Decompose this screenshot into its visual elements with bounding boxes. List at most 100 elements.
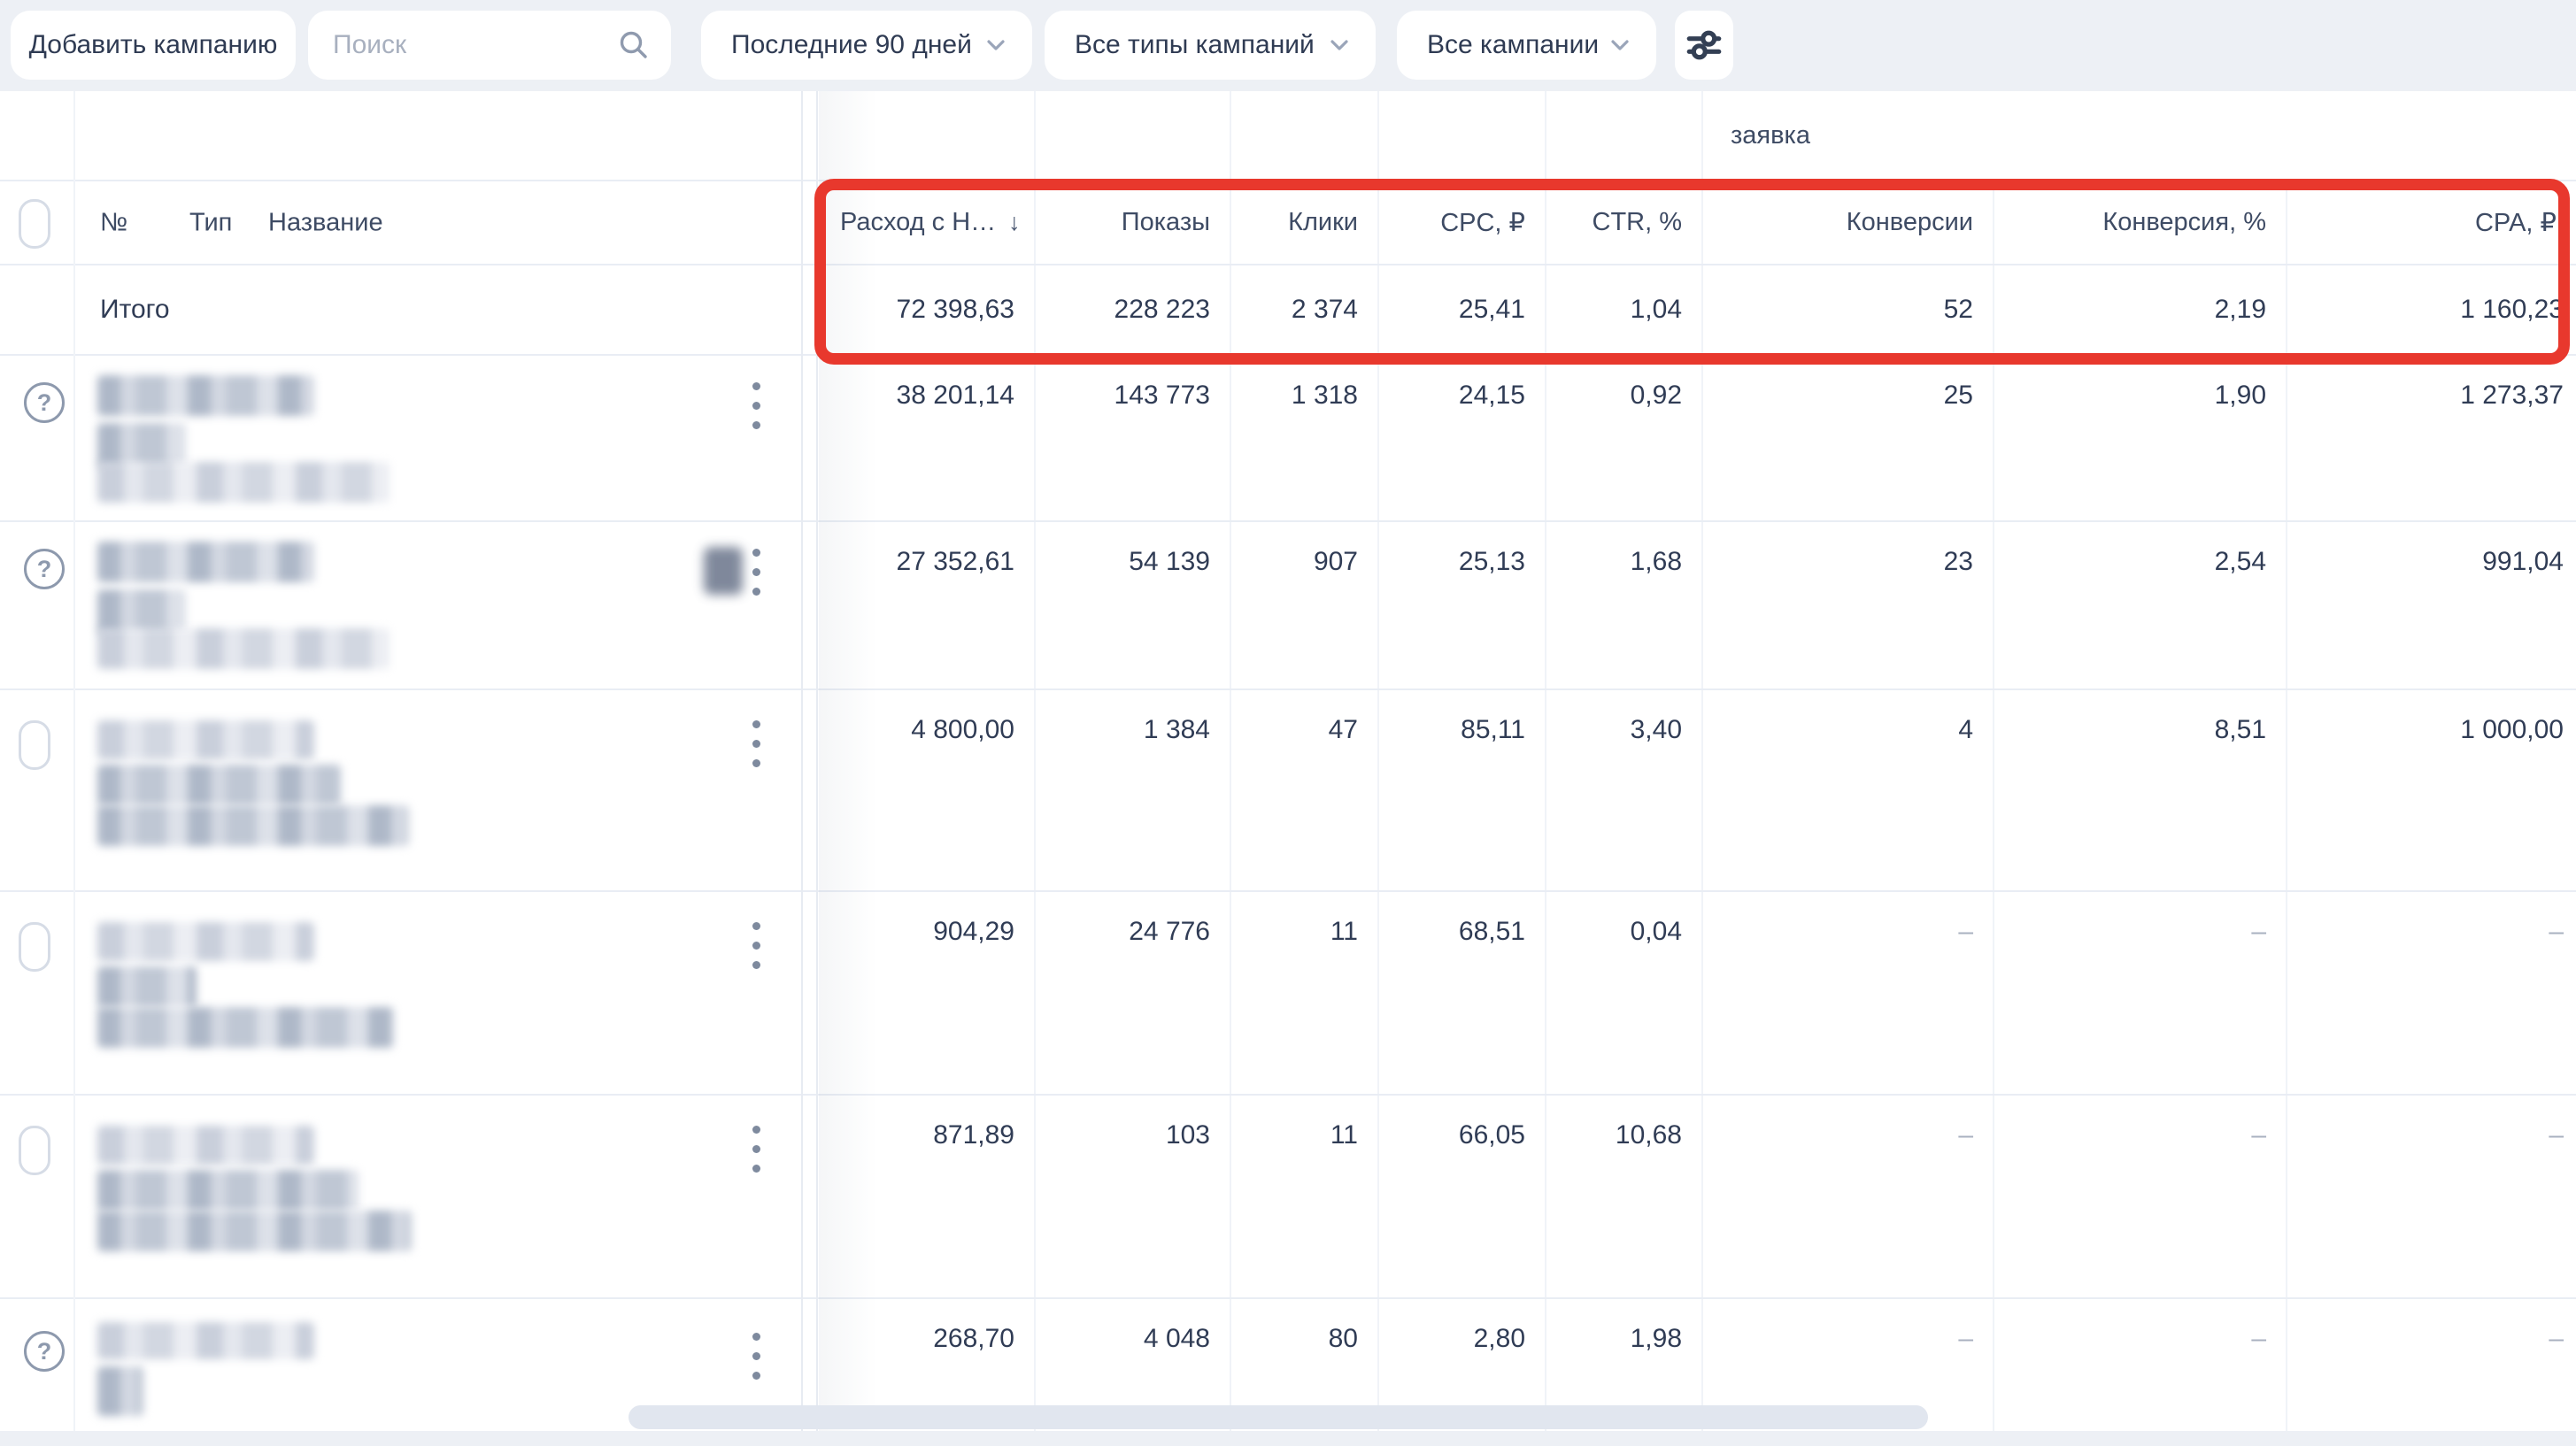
add-campaign-button[interactable]: Добавить кампанию bbox=[11, 11, 296, 80]
pinned-columns-area: № Тип Название Итого??? bbox=[0, 91, 819, 1446]
campaigns-filter-dropdown[interactable]: Все кампании bbox=[1397, 11, 1656, 80]
row-checkbox[interactable] bbox=[19, 922, 50, 972]
kebab-menu-icon[interactable] bbox=[749, 545, 764, 599]
cell-value: – bbox=[2251, 917, 2266, 947]
redacted-text-bar bbox=[97, 462, 389, 503]
cell-value: 904,29 bbox=[933, 917, 1014, 947]
column-header-label: CPA, ₽ bbox=[2475, 207, 2557, 238]
cell-value: 85,11 bbox=[1461, 715, 1525, 745]
chevron-down-icon bbox=[1326, 32, 1353, 58]
value-cell: 907 bbox=[1231, 522, 1379, 688]
value-cell: 143 773 bbox=[1036, 356, 1231, 520]
table-row bbox=[0, 1096, 819, 1299]
cell-value: 1 273,37 bbox=[2460, 381, 2564, 411]
redacted-text-bar bbox=[97, 542, 314, 582]
redacted-text-bar bbox=[97, 375, 314, 416]
value-cell: 0,04 bbox=[1546, 892, 1703, 1094]
table-row-metrics: 904,2924 7761168,510,04––– bbox=[819, 892, 2576, 1096]
table-row: ? bbox=[0, 522, 819, 690]
cell-value: – bbox=[1958, 1324, 1973, 1354]
cell-value: 991,04 bbox=[2482, 547, 2564, 577]
value-cell: 1,68 bbox=[1546, 522, 1703, 688]
redacted-text-bar bbox=[97, 720, 314, 759]
cell-value: 2,54 bbox=[2215, 547, 2266, 577]
column-header-name[interactable]: Название bbox=[268, 208, 383, 237]
totals-cell: 228 223 bbox=[1036, 265, 1231, 354]
cell-value: 1,90 bbox=[2215, 381, 2266, 411]
campaign-types-dropdown[interactable]: Все типы кампаний bbox=[1045, 11, 1376, 80]
search-field[interactable] bbox=[308, 11, 671, 80]
column-header-type[interactable]: Тип bbox=[189, 208, 232, 237]
table-settings-button[interactable] bbox=[1675, 11, 1733, 80]
pinned-area-divider bbox=[801, 91, 803, 1446]
cell-value: – bbox=[1958, 1120, 1973, 1150]
cell-value: – bbox=[2251, 1324, 2266, 1354]
totals-value: 1,04 bbox=[1631, 295, 1682, 325]
column-header[interactable]: CTR, % bbox=[1546, 181, 1703, 264]
help-icon[interactable]: ? bbox=[24, 382, 65, 423]
redacted-text-bar bbox=[97, 1007, 394, 1048]
kebab-menu-icon[interactable] bbox=[749, 379, 764, 433]
group-header-cell bbox=[1036, 91, 1231, 180]
value-cell: 991,04 bbox=[2287, 522, 2576, 688]
value-cell: – bbox=[1994, 1096, 2287, 1297]
totals-label: Итого bbox=[100, 295, 170, 325]
group-header-cell bbox=[1231, 91, 1379, 180]
kebab-menu-icon[interactable] bbox=[749, 1329, 764, 1383]
cell-value: 143 773 bbox=[1114, 381, 1210, 411]
column-header[interactable]: CPC, ₽ bbox=[1379, 181, 1546, 264]
kebab-menu-icon[interactable] bbox=[749, 919, 764, 973]
redacted-text-bar bbox=[97, 1211, 412, 1251]
kebab-menu-icon[interactable] bbox=[749, 1122, 764, 1176]
value-cell: 25,13 bbox=[1379, 522, 1546, 688]
table-row-metrics: 871,891031166,0510,68––– bbox=[819, 1096, 2576, 1299]
value-cell: 1 000,00 bbox=[2287, 690, 2576, 890]
redacted-text-bar bbox=[97, 1366, 143, 1416]
pinned-group-header-row bbox=[0, 91, 819, 181]
search-input[interactable] bbox=[331, 29, 600, 61]
redacted-text-bar bbox=[97, 1126, 314, 1165]
campaign-types-label: Все типы кампаний bbox=[1075, 30, 1315, 60]
value-cell: 85,11 bbox=[1379, 690, 1546, 890]
column-header[interactable]: Конверсия, % bbox=[1994, 181, 2287, 264]
column-header[interactable]: Конверсии bbox=[1703, 181, 1994, 264]
cell-value: 1 318 bbox=[1292, 381, 1358, 411]
totals-value: 72 398,63 bbox=[897, 295, 1014, 325]
column-header-label: CTR, % bbox=[1593, 208, 1683, 237]
date-range-dropdown[interactable]: Последние 90 дней bbox=[701, 11, 1032, 80]
column-header[interactable]: CPA, ₽ bbox=[2287, 181, 2576, 264]
value-cell: 4 bbox=[1703, 690, 1994, 890]
totals-cell: 1 160,23 bbox=[2287, 265, 2576, 354]
redacted-text-bar bbox=[97, 423, 186, 467]
row-checkbox[interactable] bbox=[19, 720, 50, 770]
value-cell: 103 bbox=[1036, 1096, 1231, 1297]
metrics-group-header-row: заявка bbox=[819, 91, 2576, 181]
value-cell: 11 bbox=[1231, 1096, 1379, 1297]
chevron-down-icon bbox=[1607, 32, 1633, 58]
horizontal-scrollbar-thumb[interactable] bbox=[629, 1405, 1928, 1429]
help-icon[interactable]: ? bbox=[24, 549, 65, 589]
sliders-icon bbox=[1684, 25, 1724, 65]
kebab-menu-icon[interactable] bbox=[749, 717, 764, 771]
select-all-checkbox[interactable] bbox=[19, 199, 50, 249]
redacted-text-bar bbox=[97, 589, 186, 634]
totals-value: 1 160,23 bbox=[2460, 295, 2564, 325]
redacted-text-bar bbox=[97, 805, 409, 846]
value-cell: 24 776 bbox=[1036, 892, 1231, 1094]
pinned-header-row: № Тип Название bbox=[0, 181, 819, 265]
cell-value: 66,05 bbox=[1459, 1120, 1525, 1150]
metrics-columns-area: заявкаРасход с Н…↓ПоказыКликиCPC, ₽CTR, … bbox=[819, 91, 2576, 1446]
column-header-number[interactable]: № bbox=[100, 208, 127, 237]
cell-value: – bbox=[2549, 1324, 2564, 1354]
cell-value: – bbox=[2549, 917, 2564, 947]
sort-arrow-icon: ↓ bbox=[1008, 209, 1021, 236]
date-range-label: Последние 90 дней bbox=[731, 30, 972, 60]
table-row-metrics: 4 800,001 3844785,113,4048,511 000,00 bbox=[819, 690, 2576, 892]
help-icon[interactable]: ? bbox=[24, 1331, 65, 1372]
totals-cell: 2,19 bbox=[1994, 265, 2287, 354]
column-header[interactable]: Показы bbox=[1036, 181, 1231, 264]
value-cell: 1,90 bbox=[1994, 356, 2287, 520]
column-header[interactable]: Клики bbox=[1231, 181, 1379, 264]
table-row-metrics: 27 352,6154 13990725,131,68232,54991,04 bbox=[819, 522, 2576, 690]
row-checkbox[interactable] bbox=[19, 1126, 50, 1175]
